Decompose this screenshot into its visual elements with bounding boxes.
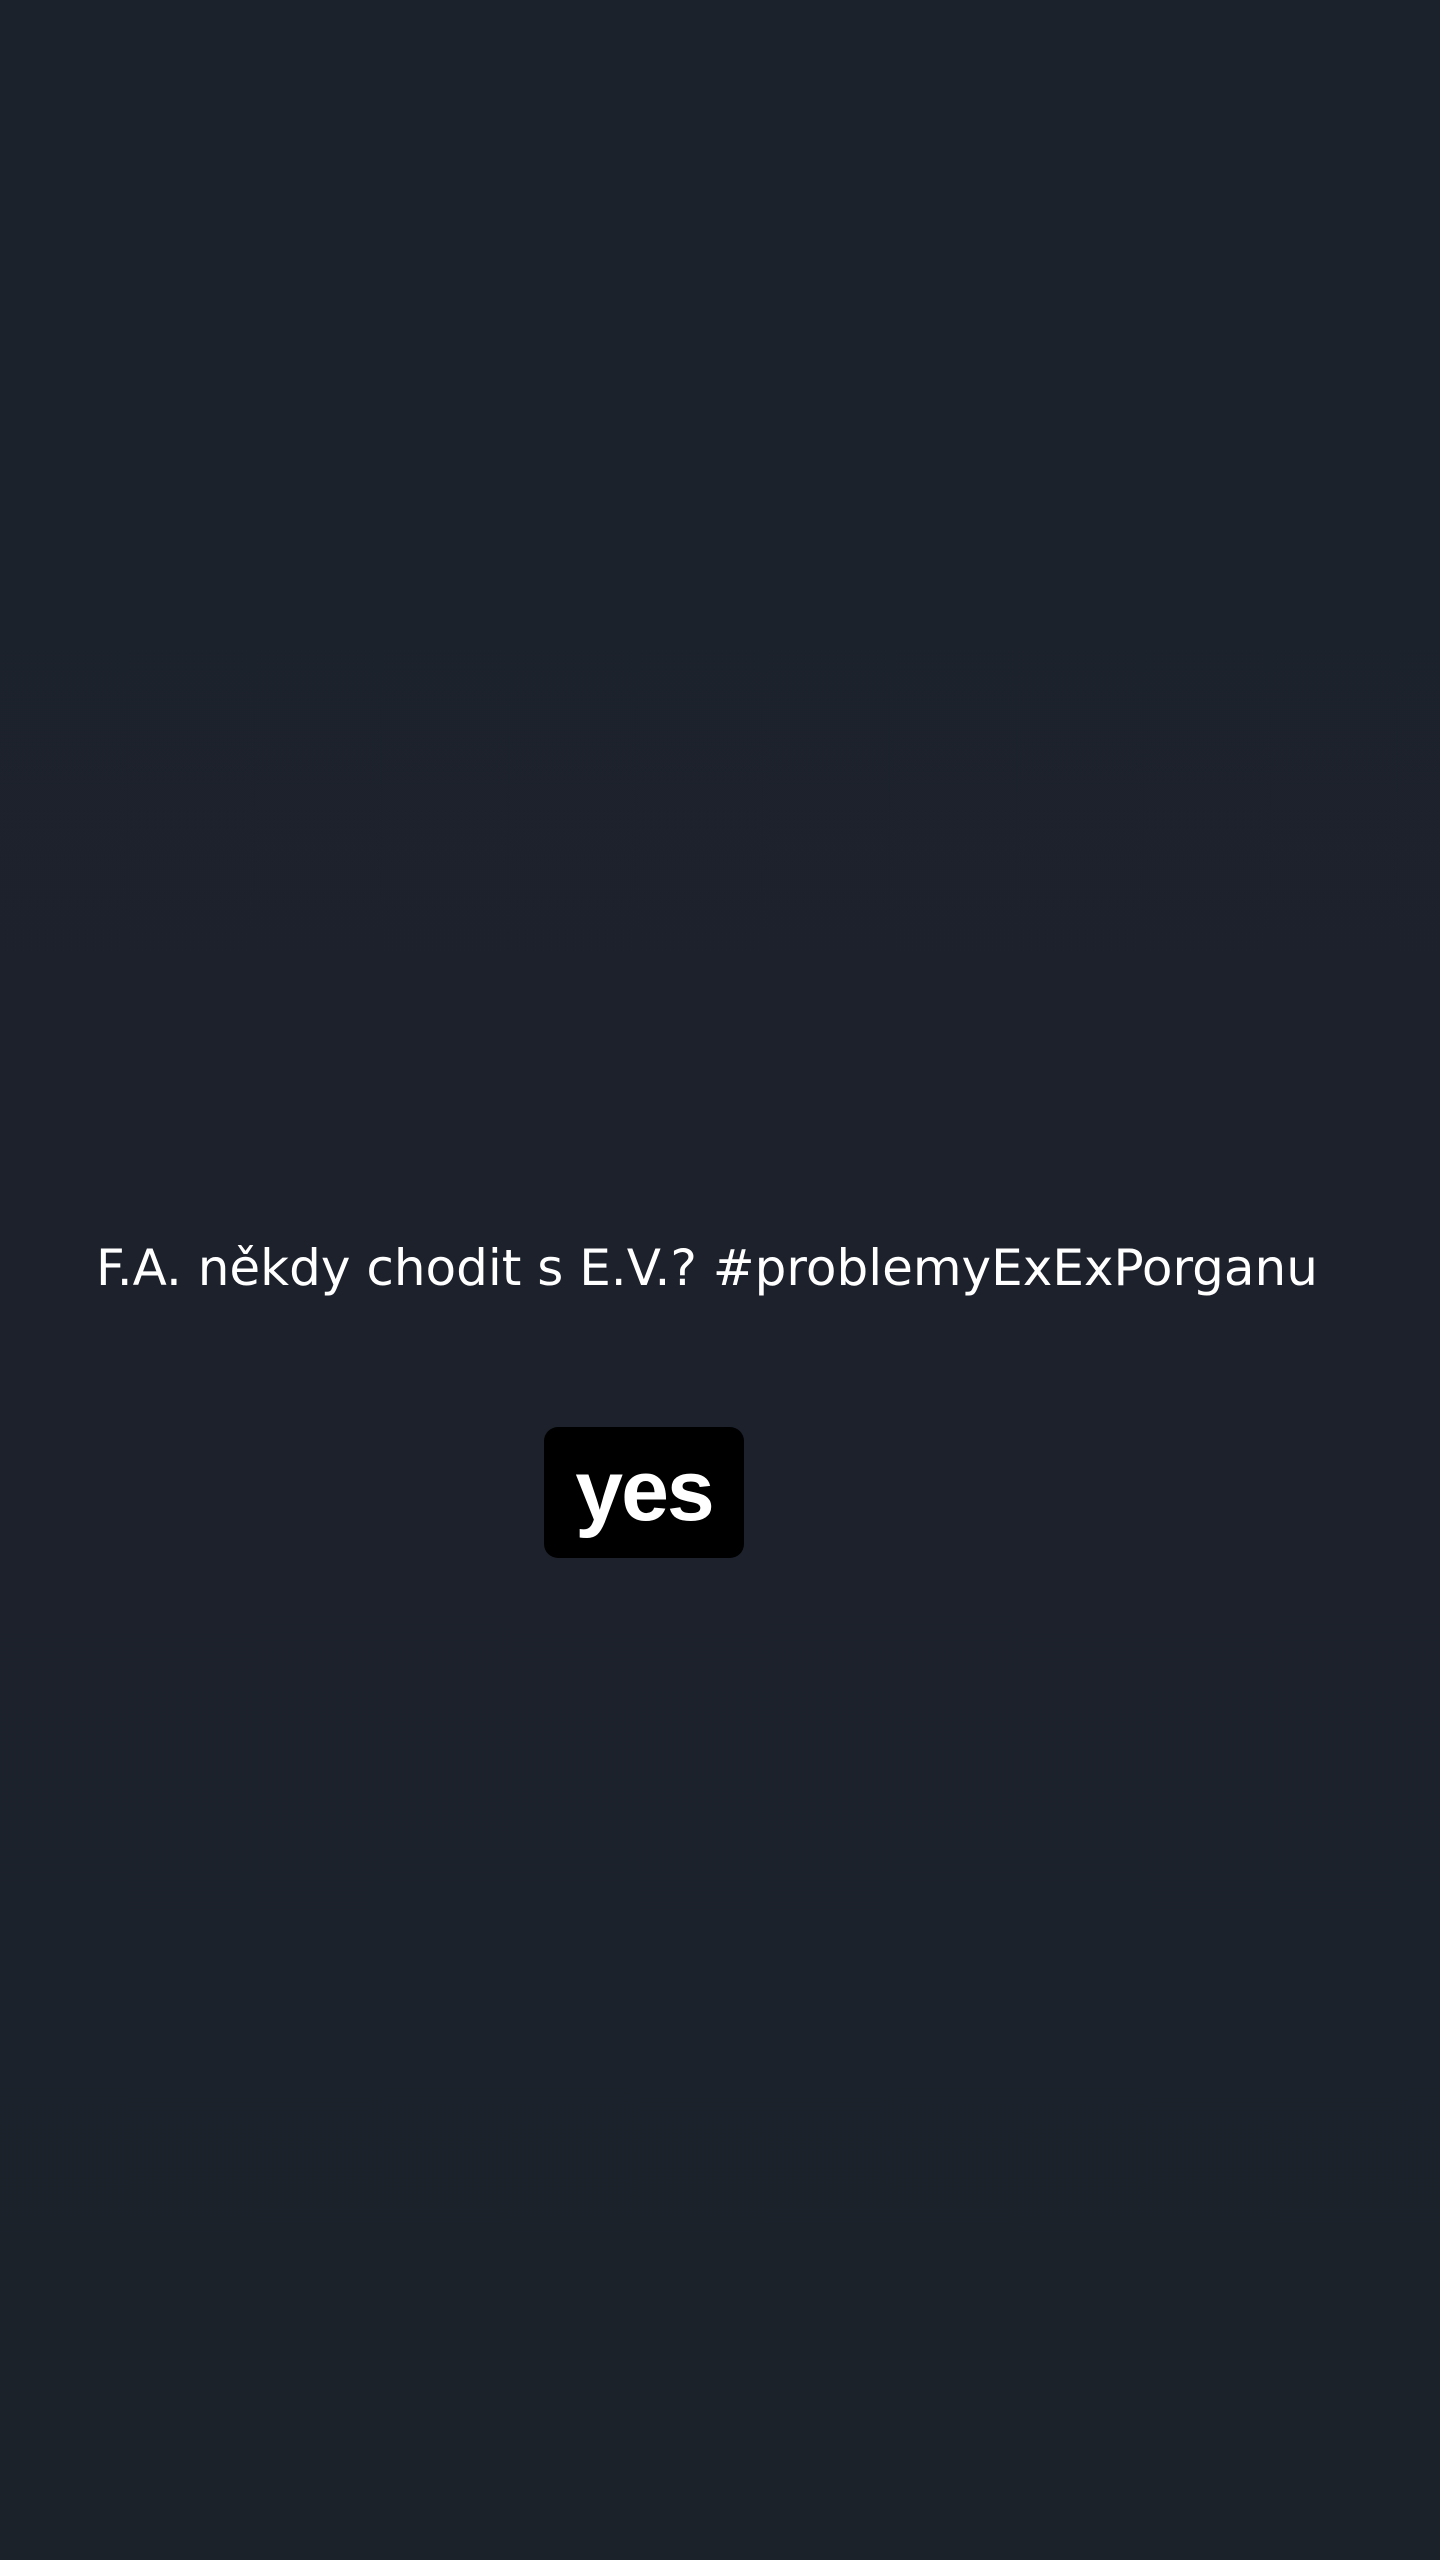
answer-label: yes [575,1442,714,1539]
question-text: F.A. někdy chodit s E.V.? #problemyExExP… [96,1239,1318,1297]
answer-yes-button[interactable]: yes [544,1427,744,1558]
